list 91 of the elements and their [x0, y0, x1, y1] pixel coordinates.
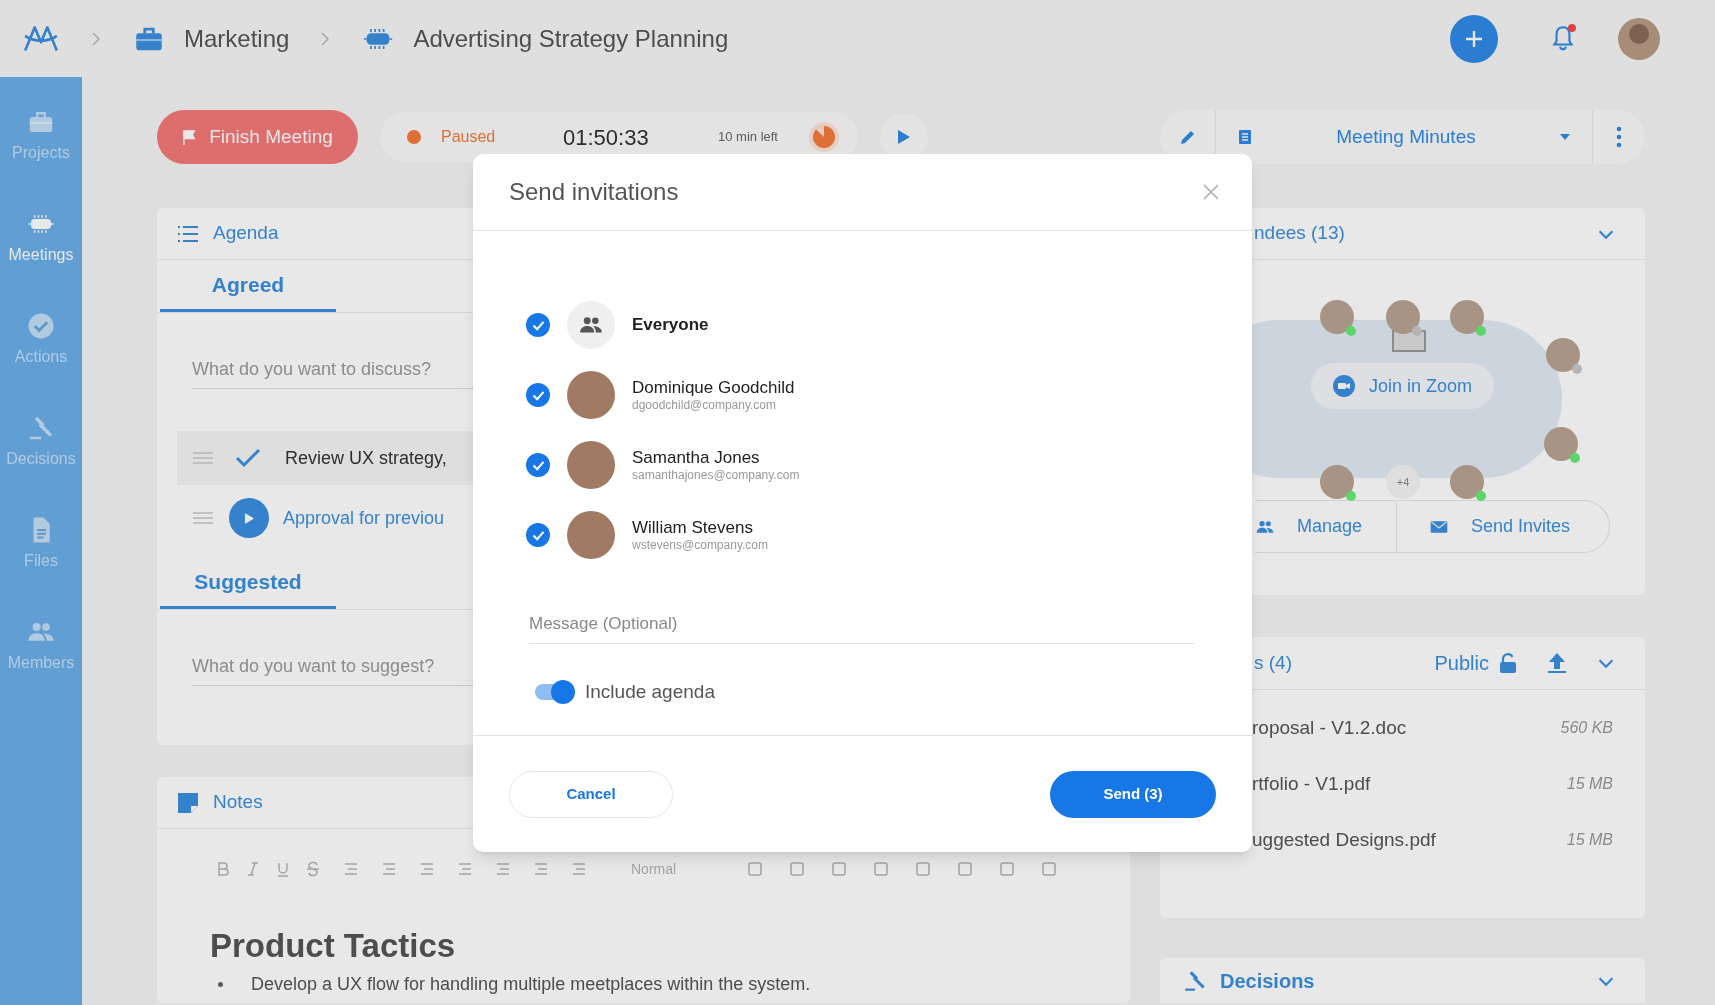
more-attendees-count[interactable]: +4 [1386, 465, 1420, 499]
recipient-email: dgoodchild@company.com [632, 398, 778, 412]
recipient-name: Samantha Jones [632, 448, 761, 468]
checkmark-icon [531, 459, 545, 471]
attendee-avatar[interactable] [1450, 300, 1484, 334]
attendee-avatar[interactable] [1386, 300, 1420, 334]
file-size: 560 KB [1560, 718, 1613, 738]
breadcrumb-link[interactable]: Marketing [184, 20, 290, 57]
breadcrumb-link[interactable]: Advertising Strategy Planning [413, 20, 729, 57]
strikethrough-icon[interactable] [305, 861, 321, 877]
caret-icon [1560, 134, 1570, 140]
finish-meeting-button[interactable]: Finish Meeting [157, 110, 358, 164]
notes-heading: Product Tactics [210, 926, 457, 966]
underline-icon[interactable] [275, 861, 291, 877]
agenda-input[interactable]: What do you want to suggest? [192, 648, 612, 686]
agenda-input[interactable]: What do you want to discuss? [192, 351, 612, 389]
play-icon [897, 129, 911, 145]
flag-icon [182, 128, 198, 146]
text-style-select[interactable]: Normal [631, 858, 721, 880]
message-field[interactable]: Message (Optional) [529, 604, 1195, 644]
card-title: Decisions [1220, 968, 1316, 994]
italic-icon[interactable] [245, 861, 261, 877]
sticky-note-icon [177, 791, 199, 814]
sidebar-item[interactable]: Decisions [6, 413, 76, 471]
bold-icon[interactable] [215, 861, 231, 877]
agenda-item-text[interactable]: Approval for previou [283, 504, 445, 532]
recipient-email: samanthajones@company.com [632, 468, 800, 482]
elapsed-time: 01:50:33 [563, 123, 650, 152]
join-zoom-button[interactable]: Join in Zoom [1311, 363, 1494, 409]
document-icon [1238, 129, 1252, 145]
remaining-time: 10 min left [718, 128, 779, 147]
recipient-name: Dominique Goodchild [632, 378, 795, 398]
file-size: 15 MB [1566, 830, 1613, 850]
section-tab[interactable]: Suggested [160, 557, 336, 609]
status-text: Paused [441, 127, 497, 147]
avatar [567, 371, 615, 419]
bell-icon[interactable] [1550, 23, 1576, 52]
attendee-avatar[interactable] [1320, 300, 1354, 334]
drag-handle-icon[interactable] [193, 512, 213, 524]
checkmark-icon [531, 389, 545, 401]
notes-bullet: Develop a UX flow for handling multiple meetplaces within the system. [251, 972, 811, 996]
checkmark-icon [531, 529, 545, 541]
card-title: s (4) [1254, 650, 1293, 675]
attendee-avatar[interactable] [1546, 338, 1580, 372]
sidebar-item[interactable]: Actions [14, 311, 68, 369]
list-icon [177, 224, 199, 243]
visibility-toggle[interactable]: Public [1434, 648, 1489, 678]
agenda-item-text[interactable]: Review UX strategy, [285, 444, 447, 472]
check-icon [235, 448, 261, 468]
recipient-name: Everyone [632, 314, 709, 337]
recipient-email: wstevens@company.com [632, 538, 768, 552]
file-size: 15 MB [1566, 774, 1613, 794]
file-name[interactable]: uggested Designs.pdf [1252, 825, 1567, 855]
file-name[interactable]: rtfolio - V1.pdf [1252, 769, 1567, 799]
checkbox[interactable] [526, 383, 550, 407]
upload-icon[interactable] [1547, 652, 1567, 674]
group-avatar [567, 301, 615, 349]
sidebar-item[interactable]: Files [24, 515, 58, 573]
dialog-title: Send invitations [509, 177, 680, 207]
avatar [567, 511, 615, 559]
avatar [567, 441, 615, 489]
manage-button[interactable]: Manage [1255, 501, 1397, 552]
chevron-right-icon [319, 30, 332, 47]
drag-handle-icon[interactable] [193, 452, 213, 464]
recipient-name: William Stevens [632, 518, 754, 538]
add-button[interactable] [1450, 14, 1498, 63]
sidebar-item[interactable]: Members [7, 617, 75, 675]
checkmark-icon [531, 319, 545, 331]
send-button[interactable]: Send (3) [1050, 771, 1216, 818]
file-name[interactable]: roposal - V1.2.doc [1252, 713, 1561, 743]
card-title: Notes [213, 790, 263, 815]
plus-icon [1464, 28, 1484, 49]
sidebar-item[interactable]: Meetings [8, 209, 74, 267]
card-title: ndees (13) [1254, 221, 1346, 246]
checkbox[interactable] [526, 523, 550, 547]
close-icon[interactable] [1202, 183, 1220, 201]
pencil-icon [1178, 128, 1197, 146]
toggle-switch[interactable] [533, 680, 575, 704]
section-tab[interactable]: Agreed [160, 260, 336, 312]
padlock-icon[interactable] [1499, 653, 1517, 673]
chevron-right-icon [90, 30, 102, 47]
sidebar-item[interactable]: Projects [12, 107, 70, 165]
video-camera-icon [1332, 375, 1355, 397]
checkbox[interactable] [526, 313, 550, 337]
attendee-avatar[interactable] [1544, 427, 1578, 461]
card-title: Agenda [213, 221, 279, 246]
timer-pie-icon [808, 121, 840, 153]
send-invites-button[interactable]: Send Invites [1397, 501, 1571, 552]
user-avatar[interactable] [1618, 17, 1660, 60]
checkbox[interactable] [526, 453, 550, 477]
kebab-icon [1616, 126, 1622, 148]
